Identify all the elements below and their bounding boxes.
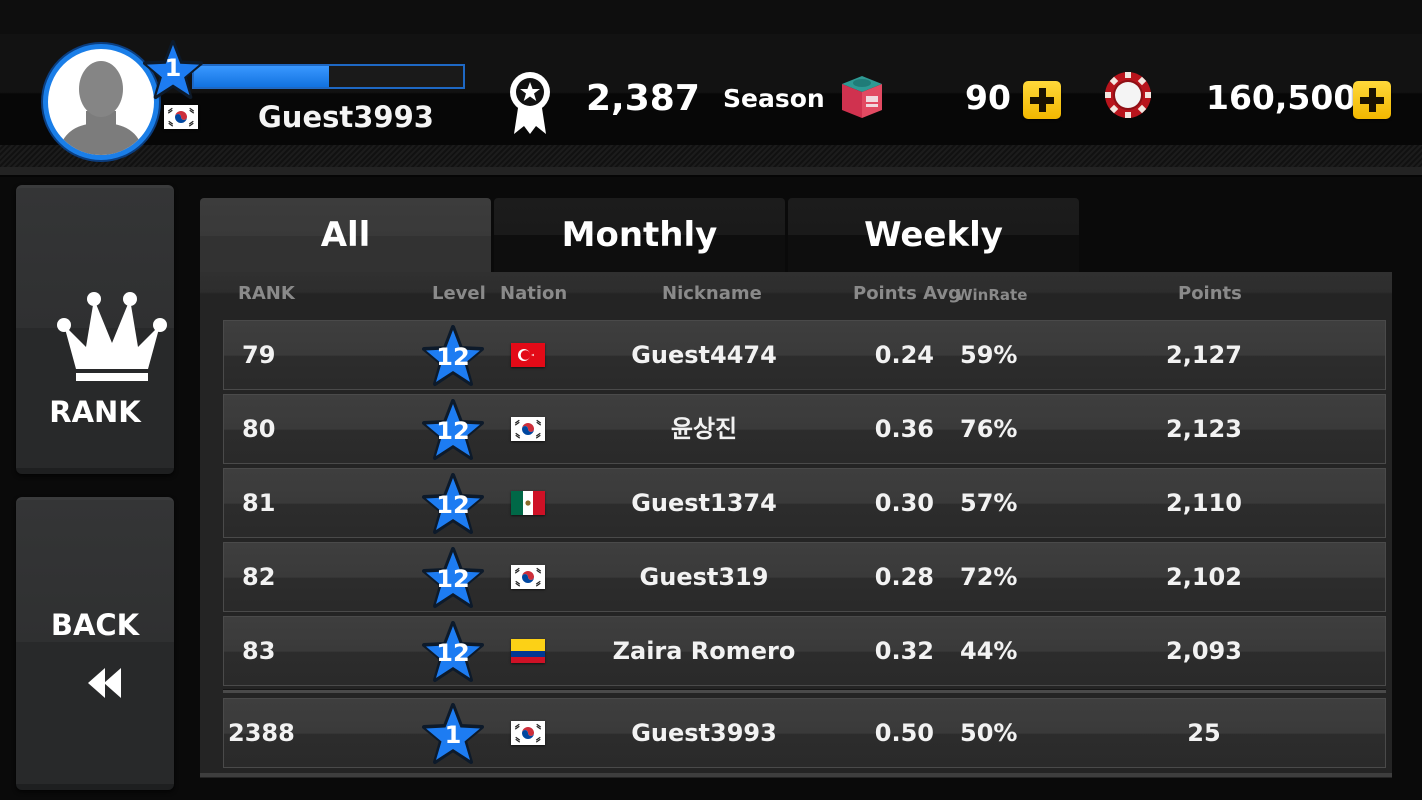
winrate-cell: 44% <box>960 637 1018 665</box>
rank-cell: 81 <box>242 489 276 517</box>
medal-icon <box>510 72 550 134</box>
player-name: Guest3993 <box>258 100 434 134</box>
level-cell: 12 <box>436 417 470 445</box>
tab-monthly[interactable]: Monthly <box>494 198 785 272</box>
points-avg-cell: 0.50 <box>874 719 934 747</box>
header-nation: Nation <box>500 283 568 304</box>
rank-label: RANK <box>49 395 141 429</box>
rank-cell: 2388 <box>228 719 295 747</box>
level-badge: 12 <box>422 547 484 609</box>
level-badge: 12 <box>422 473 484 535</box>
points-cell: 2,102 <box>1166 563 1242 591</box>
rank-cell: 80 <box>242 415 276 443</box>
rank-cell: 83 <box>242 637 276 665</box>
xp-progress-fill <box>194 66 329 87</box>
level-cell: 12 <box>436 565 470 593</box>
header-winrate: WinRate <box>956 286 1028 304</box>
header-rank: RANK <box>238 283 295 304</box>
tab-weekly[interactable]: Weekly <box>788 198 1079 272</box>
points-avg-cell: 0.30 <box>874 489 934 517</box>
nation-flag-icon <box>511 639 545 663</box>
player-level-badge: 1 <box>142 40 204 100</box>
level-cell: 12 <box>436 639 470 667</box>
points-cell: 2,110 <box>1166 489 1242 517</box>
default-avatar-icon <box>58 61 144 155</box>
level-badge: 12 <box>422 325 484 387</box>
back-label: BACK <box>50 608 140 642</box>
level-cell: 12 <box>436 491 470 519</box>
my-rank-divider <box>223 689 1386 693</box>
points-cell: 2,093 <box>1166 637 1242 665</box>
nickname-cell: Guest319 <box>639 563 769 591</box>
header-level: Level <box>432 283 486 304</box>
rank-cell: 79 <box>242 341 276 369</box>
player-level: 1 <box>164 54 182 82</box>
nation-flag-icon <box>511 721 545 745</box>
points-avg-cell: 0.36 <box>874 415 934 443</box>
nickname-cell: 윤상진 <box>670 415 738 443</box>
points-avg-cell: 0.32 <box>874 637 934 665</box>
panel-bottom-edge <box>200 773 1392 777</box>
header-nickname: Nickname <box>662 283 762 304</box>
level-badge: 12 <box>422 399 484 461</box>
nation-flag-icon <box>511 343 545 367</box>
table-row[interactable]: 79 12 Guest4474 0.24 59% 2,127 <box>223 320 1386 390</box>
points-cell: 2,123 <box>1166 415 1242 443</box>
add-chalk-button[interactable] <box>1023 81 1061 119</box>
nickname-cell: Zaira Romero <box>612 637 796 665</box>
winrate-cell: 50% <box>960 719 1018 747</box>
xp-progress-bar <box>192 64 465 89</box>
winrate-cell: 57% <box>960 489 1018 517</box>
nickname-cell: Guest3993 <box>631 719 777 747</box>
winrate-cell: 76% <box>960 415 1018 443</box>
tab-all[interactable]: All <box>200 198 491 274</box>
my-rank-row[interactable]: 2388 1 Guest3993 0.50 50% 25 <box>223 698 1386 768</box>
header-points-avg: Points Avg <box>853 283 962 304</box>
rank-cell: 82 <box>242 563 276 591</box>
table-row[interactable]: 83 12 Zaira Romero 0.32 44% 2,093 <box>223 616 1386 686</box>
points-avg-cell: 0.28 <box>874 563 934 591</box>
header-pattern <box>0 145 1422 167</box>
header-points: Points <box>1178 283 1242 304</box>
rewind-icon <box>88 668 121 698</box>
winrate-cell: 59% <box>960 341 1018 369</box>
level-cell: 12 <box>436 343 470 371</box>
nation-flag-icon <box>511 491 545 515</box>
nickname-cell: Guest1374 <box>631 489 777 517</box>
level-badge: 12 <box>422 621 484 683</box>
table-row[interactable]: 80 12 윤상진 0.36 76% 2,123 <box>223 394 1386 464</box>
level-badge: 1 <box>422 703 484 765</box>
poker-chip-icon <box>1105 72 1151 118</box>
header-divider <box>0 167 1422 177</box>
nation-flag-icon <box>511 417 545 441</box>
points-cell: 2,127 <box>1166 341 1242 369</box>
player-flag-icon <box>164 105 198 129</box>
winrate-cell: 72% <box>960 563 1018 591</box>
nation-flag-icon <box>511 565 545 589</box>
season-points: 2,387 <box>586 78 700 119</box>
points-cell: 25 <box>1187 719 1221 747</box>
nickname-cell: Guest4474 <box>631 341 777 369</box>
status-strip <box>0 0 1422 34</box>
table-row[interactable]: 82 12 Guest319 0.28 72% 2,102 <box>223 542 1386 612</box>
chalk-icon <box>842 76 882 118</box>
season-label: Season <box>723 84 825 113</box>
coin-count: 160,500 <box>1206 78 1357 117</box>
rank-button[interactable]: RANK <box>16 185 174 474</box>
table-row[interactable]: 81 12 Guest1374 0.30 57% 2,110 <box>223 468 1386 538</box>
level-cell: 1 <box>444 721 462 749</box>
add-coins-button[interactable] <box>1353 81 1391 119</box>
chalk-count: 90 <box>965 78 1011 117</box>
crown-icon <box>57 292 167 381</box>
points-avg-cell: 0.24 <box>874 341 934 369</box>
back-button[interactable]: BACK <box>16 497 174 790</box>
